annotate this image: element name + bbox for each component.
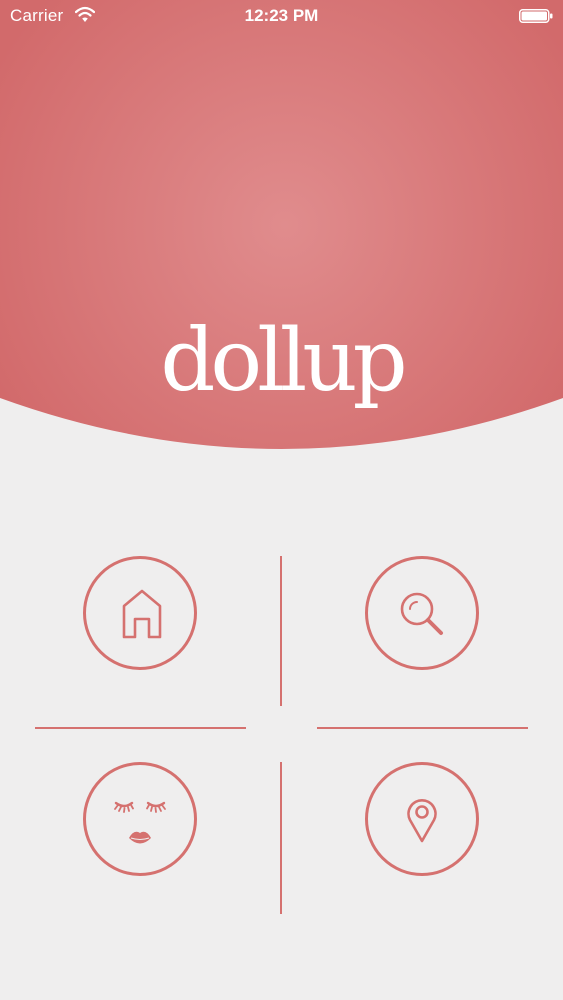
face-lashes-lips-icon — [114, 801, 166, 844]
menu-grid — [0, 540, 563, 920]
location-button[interactable] — [365, 762, 479, 876]
home-icon — [122, 589, 162, 639]
search-button[interactable] — [365, 556, 479, 670]
horizontal-divider-left — [35, 727, 246, 729]
vertical-divider-top — [280, 556, 282, 706]
horizontal-divider-right — [317, 727, 528, 729]
app-logo: dollup — [160, 311, 407, 411]
location-pin-icon — [407, 799, 437, 843]
status-time: 12:23 PM — [244, 6, 319, 25]
status-bar: Carrier 12:23 PM — [0, 0, 563, 34]
vertical-divider-bottom — [280, 762, 282, 914]
beauty-button[interactable] — [83, 762, 197, 876]
search-icon — [400, 592, 443, 635]
home-button[interactable] — [83, 556, 197, 670]
battery-icon — [519, 9, 553, 23]
hero-banner: dollup — [0, 0, 563, 460]
